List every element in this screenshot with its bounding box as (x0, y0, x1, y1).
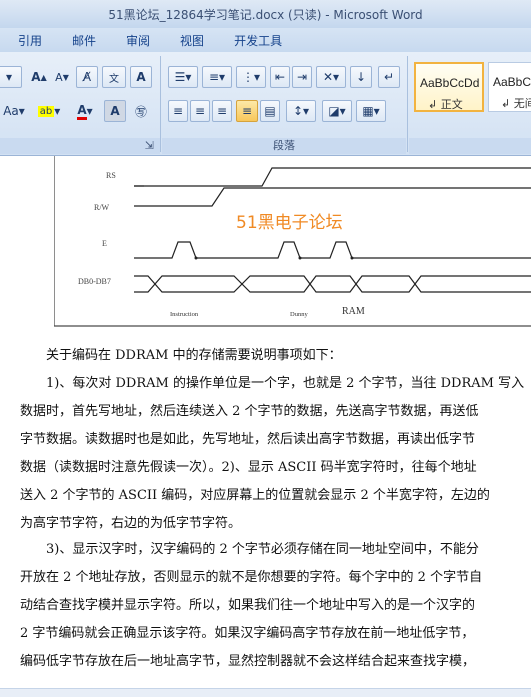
e-dot (194, 256, 198, 260)
style-no-spacing[interactable]: AaBbC ↲ 无间 (488, 62, 531, 112)
window-title-bar: 51黑论坛_12864学习笔记.docx (只读) - Microsoft Wo… (0, 0, 531, 28)
group-divider (407, 56, 408, 152)
bus-label-instruction: Instruction (170, 311, 199, 318)
styles-group-label (409, 138, 531, 154)
text-line: 送入 2 个字节的 ASCII 编码，对应屏幕上的位置就会显示 2 个半宽字符，… (20, 488, 490, 503)
show-marks-icon[interactable]: ↵ (378, 66, 400, 88)
multilevel-list-icon[interactable]: ⋮▾ (236, 66, 266, 88)
text-line: 开放在 2 个地址存放，否则显示的就不是你想要的字符。每个字中的 2 个字节自 (20, 570, 483, 585)
bullets-icon[interactable]: ☰▾ (168, 66, 198, 88)
signal-label-e: E (102, 239, 107, 248)
signal-label-rw: R/W (94, 203, 110, 212)
e-dot (298, 256, 302, 260)
change-case-button[interactable]: Aa ▾ (0, 100, 28, 122)
tab-review[interactable]: 审阅 (114, 32, 162, 49)
chinese-layout-icon[interactable]: ✕▾ (316, 66, 346, 88)
paragraph: 3)、显示汉字时，汉字编码的 2 个字节必须存储在同一地址空间中，不能分 开放在… (20, 536, 520, 676)
distribute-icon[interactable]: ▤ (260, 100, 280, 122)
increase-indent-icon[interactable]: ⇥ (292, 66, 312, 88)
text-line: 动结合查找字模并显示字符。所以，如果我们往一个地址中写入的是一个汉字的 (20, 598, 476, 613)
phonetic-guide-icon[interactable]: 文 (102, 66, 126, 88)
ribbon: ▾ A ▲ A ▼ A̸ 文 A Aa ▾ ab ▾ A ▾ A ㊢ ⇲ ☰▾ ≡▾ ⋮▾… (0, 52, 531, 156)
font-group-label: ⇲ (0, 138, 160, 154)
numbering-icon[interactable]: ≡▾ (202, 66, 232, 88)
text-line: 为高字节字符，右边的为低字节字符。 (20, 516, 242, 531)
font-color-icon[interactable]: A ▾ (70, 100, 100, 122)
bus-label-ram: RAM (342, 306, 365, 317)
align-left-icon[interactable]: ≡ (168, 100, 188, 122)
text-line: 2 字节编码就会正确显示该字符。如果汉字编码高字节存放在前一地址低字节， (20, 626, 475, 641)
highlight-icon[interactable]: ab ▾ (32, 100, 66, 122)
text-line: 关于编码在 DDRAM 中的存储需要说明事项如下： (20, 348, 342, 363)
shading-icon[interactable]: ◪▾ (322, 100, 352, 122)
paragraph-group-label: 段落 (162, 138, 406, 154)
window-title: 51黑论坛_12864学习笔记.docx (只读) - Microsoft Wo… (108, 7, 423, 22)
document-page[interactable]: RS R/W E DB0-DB7 Instruction Dunny RAM 5… (0, 156, 531, 697)
tab-references[interactable]: 引用 (6, 32, 54, 49)
style-normal[interactable]: AaBbCcDd ↲ 正文 (414, 62, 484, 112)
decrease-indent-icon[interactable]: ⇤ (270, 66, 290, 88)
paragraph: 关于编码在 DDRAM 中的存储需要说明事项如下： (20, 342, 520, 370)
timing-diagram-svg: RS R/W E DB0-DB7 Instruction Dunny RAM 5… (53, 156, 531, 327)
shrink-font-button[interactable]: A ▼ (52, 66, 72, 88)
tab-mailings[interactable]: 邮件 (60, 32, 108, 49)
align-center-icon[interactable]: ≡ (190, 100, 210, 122)
tab-developer[interactable]: 开发工具 (222, 32, 294, 49)
font-size-dropdown[interactable]: ▾ (0, 66, 22, 88)
grow-font-button[interactable]: A ▲ (28, 66, 50, 88)
justify-icon[interactable]: ≡ (236, 100, 258, 122)
text-line: 1)、每次对 DDRAM 的操作单位是一个字，也就是 2 个字节，当往 DDRA… (20, 376, 525, 391)
align-right-icon[interactable]: ≡ (212, 100, 232, 122)
timing-diagram-image: RS R/W E DB0-DB7 Instruction Dunny RAM 5… (53, 156, 531, 328)
clear-format-icon[interactable]: A̸ (76, 66, 98, 88)
paragraph: 1)、每次对 DDRAM 的操作单位是一个字，也就是 2 个字节，当往 DDRA… (20, 370, 525, 538)
horizontal-scrollbar[interactable] (0, 688, 531, 697)
sort-icon[interactable]: ↓ (350, 66, 372, 88)
signal-label-rs: RS (106, 171, 116, 180)
char-border-icon[interactable]: A (130, 66, 152, 88)
signal-label-db: DB0-DB7 (78, 277, 111, 286)
text-line: 数据时，首先写地址，然后连续送入 2 个字节的数据，先送高字节数据，再送低 (20, 404, 479, 419)
char-shading-icon[interactable]: A (104, 100, 126, 122)
e-dot (350, 256, 354, 260)
tab-view[interactable]: 视图 (168, 32, 216, 49)
borders-icon[interactable]: ▦▾ (356, 100, 386, 122)
bus-label-dummy: Dunny (290, 311, 308, 318)
enclose-char-icon[interactable]: ㊢ (130, 100, 152, 122)
text-line: 数据（读数据时注意先假读一次）。2)、显示 ASCII 码半宽字符时，往每个地址 (20, 460, 477, 475)
group-divider (160, 56, 161, 152)
line-spacing-icon[interactable]: ↕▾ (286, 100, 316, 122)
chevron-down-icon: ▾ (5, 70, 13, 84)
text-line: 字节数据。读数据时也是如此，先写地址，然后读出高字节数据，再读出低字节 (20, 432, 476, 447)
watermark-text: 51黑电子论坛 (236, 213, 343, 233)
ribbon-tab-bar: 引用 邮件 审阅 视图 开发工具 (0, 28, 531, 52)
text-line: 3)、显示汉字时，汉字编码的 2 个字节必须存储在同一地址空间中，不能分 (20, 542, 479, 557)
text-line: 编码低字节存放在后一地址高字节，显然控制器就不会这样结合起来查找字模， (20, 654, 476, 669)
